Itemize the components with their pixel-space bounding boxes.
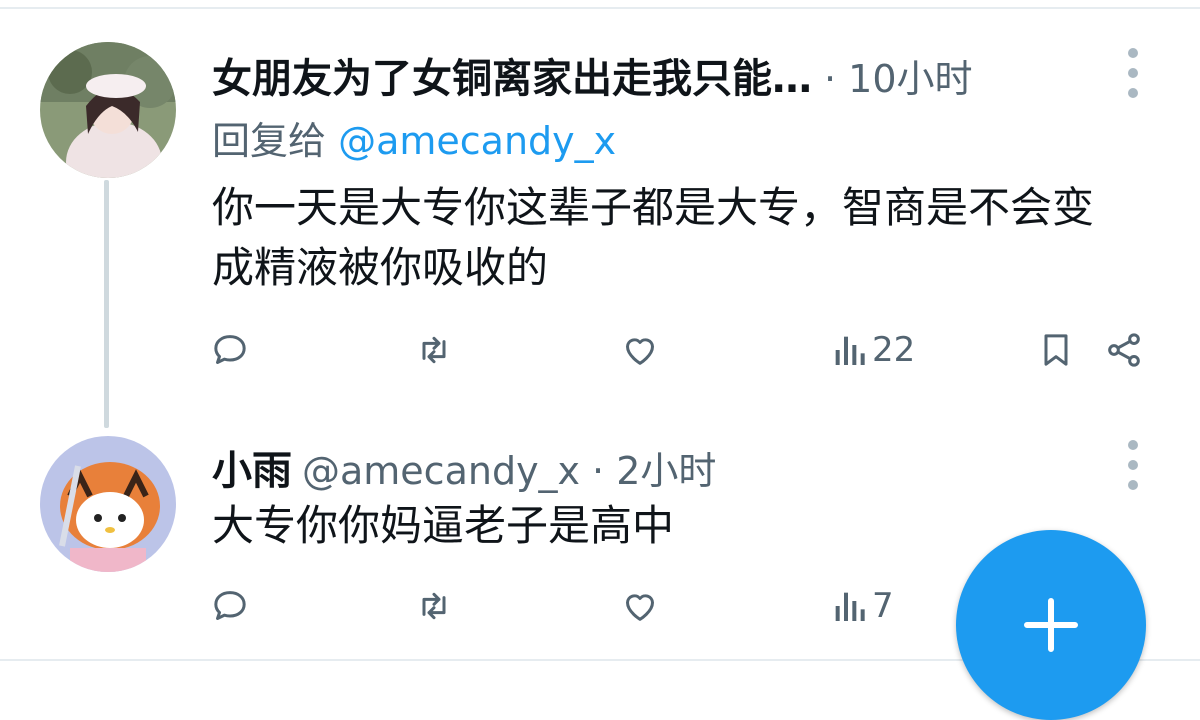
tweet2-views-button[interactable]: 7 — [832, 586, 894, 626]
more-icon[interactable] — [1126, 440, 1140, 490]
reply-icon — [214, 335, 246, 364]
plus-icon — [1024, 598, 1078, 652]
tweet2-retweet-button[interactable] — [414, 586, 454, 626]
tweet1-header: 女朋友为了女铜离家出走我只能… · 10小时 — [212, 46, 973, 104]
tweet1-views-button[interactable]: 22 — [832, 330, 915, 370]
tweet1-display-name[interactable]: 女朋友为了女铜离家出走我只能… — [212, 46, 812, 104]
avatar-cartoon-icon — [40, 436, 176, 572]
views-icon — [835, 336, 865, 365]
reply-to-label: 回复给 — [212, 119, 327, 163]
tweet1-retweet-button[interactable] — [414, 330, 454, 370]
avatar-tweet1[interactable] — [40, 42, 176, 178]
tweet2-timestamp[interactable]: · 2小时 — [592, 440, 716, 495]
top-divider — [0, 7, 1200, 9]
reply-to-line: 回复给 @amecandy_x — [212, 110, 616, 165]
tweet2-reply-button[interactable] — [210, 586, 250, 626]
tweet1-share-button[interactable] — [1104, 330, 1144, 370]
tweet1-like-button[interactable] — [620, 330, 660, 370]
views-icon — [835, 592, 865, 621]
like-icon — [626, 338, 654, 365]
tweet2-text: 大专你你妈逼老子是高中 — [212, 501, 675, 550]
tweet2-like-button[interactable] — [620, 586, 660, 626]
reply-to-mention-link[interactable]: @amecandy_x — [338, 119, 616, 163]
tweet1-timestamp[interactable]: · 10小时 — [824, 48, 973, 103]
tweet1-text: 你一天是大专你这辈子都是大专，智商是不会变成精液被你吸收的 — [212, 183, 1095, 292]
share-icon — [1108, 333, 1140, 367]
tweet2-display-name[interactable]: 小雨 — [212, 438, 292, 496]
like-icon — [626, 594, 654, 621]
tweet1-views-count: 22 — [872, 330, 916, 370]
tweet2-handle[interactable]: @amecandy_x — [302, 449, 580, 493]
bookmark-icon — [1044, 334, 1068, 366]
tweet2-header: 小雨 @amecandy_x · 2小时 — [212, 438, 716, 496]
retweet-icon — [422, 592, 446, 620]
tweet2-views-count: 7 — [872, 586, 894, 626]
thread-connector-line — [104, 180, 109, 428]
tweet1-reply-button[interactable] — [210, 330, 250, 370]
avatar-photo-icon — [40, 42, 176, 178]
tweet1-bookmark-button[interactable] — [1036, 330, 1076, 370]
retweet-icon — [422, 336, 446, 364]
reply-icon — [214, 591, 246, 620]
avatar-tweet2[interactable] — [40, 436, 176, 572]
compose-fab-button[interactable] — [956, 530, 1146, 720]
more-icon[interactable] — [1126, 48, 1140, 98]
